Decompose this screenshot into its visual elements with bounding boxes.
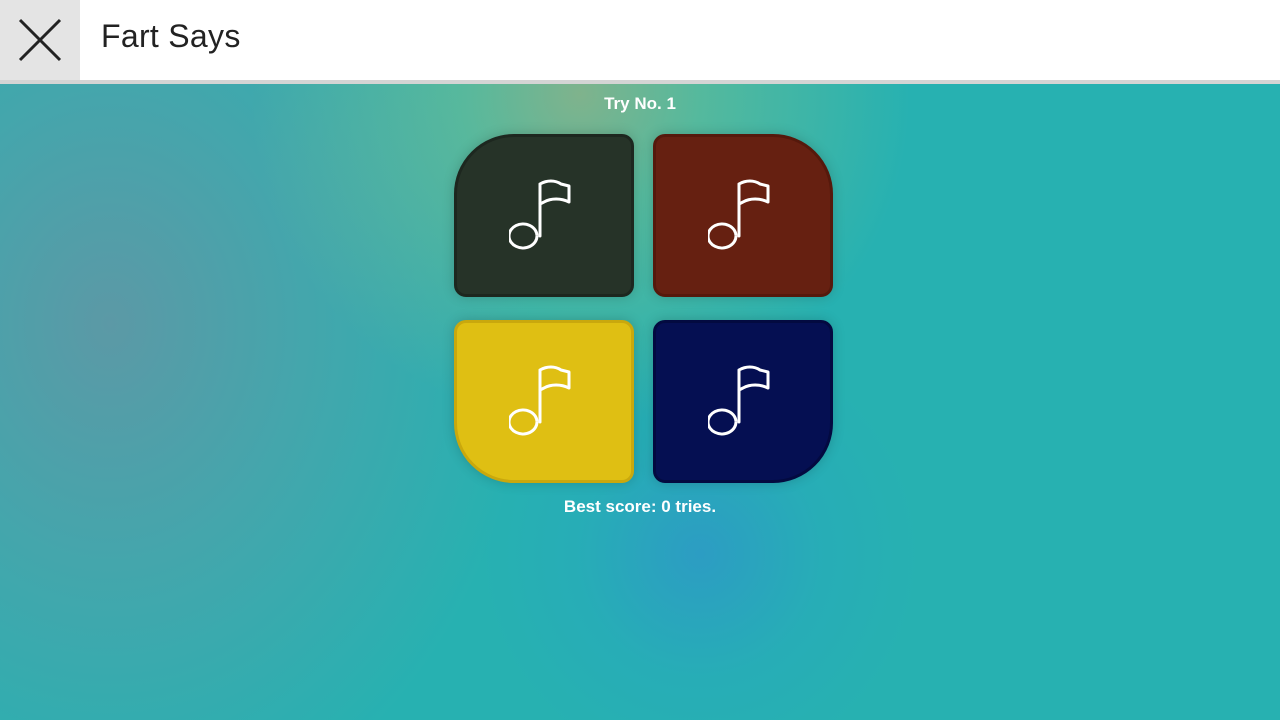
pad-red-button[interactable] (653, 134, 833, 297)
app-window: Fart Says Try No. 1 Best score: 0 tries. (0, 0, 1280, 720)
game-area: Try No. 1 Best score: 0 tries. (0, 84, 1280, 720)
music-note-icon (509, 179, 571, 249)
pad-yellow-button[interactable] (454, 320, 634, 483)
best-score: Best score: 0 tries. (563, 497, 717, 516)
title-bar: Fart Says (0, 0, 1280, 84)
pad-blue-button[interactable] (653, 320, 833, 483)
music-note-icon (708, 179, 770, 249)
close-icon (18, 18, 62, 62)
app-title: Fart Says (101, 18, 241, 54)
try-counter: Try No. 1 (604, 94, 676, 113)
music-note-icon (708, 365, 770, 435)
pad-green-button[interactable] (454, 134, 634, 297)
music-note-icon (509, 365, 571, 435)
close-button[interactable] (0, 0, 80, 80)
